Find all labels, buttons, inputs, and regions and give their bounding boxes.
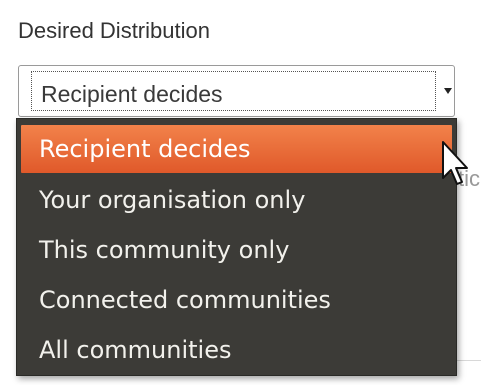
option-connected-communities[interactable]: Connected communities	[17, 275, 456, 325]
desired-distribution-label: Desired Distribution	[18, 18, 210, 43]
option-your-organisation-only[interactable]: Your organisation only	[17, 175, 456, 225]
option-this-community-only[interactable]: This community only	[17, 225, 456, 275]
option-recipient-decides[interactable]: Recipient decides	[21, 125, 452, 173]
distribution-dropdown-list: Recipient decides Your organisation only…	[16, 118, 457, 376]
distribution-form: Desired Distribution Recipient decides t…	[0, 0, 481, 385]
select-current-value: Recipient decides	[41, 81, 223, 107]
option-all-communities[interactable]: All communities	[17, 325, 456, 375]
mouse-pointer-icon	[442, 141, 468, 185]
desired-distribution-select[interactable]: Recipient decides	[18, 65, 455, 117]
chevron-down-icon[interactable]	[444, 88, 452, 94]
